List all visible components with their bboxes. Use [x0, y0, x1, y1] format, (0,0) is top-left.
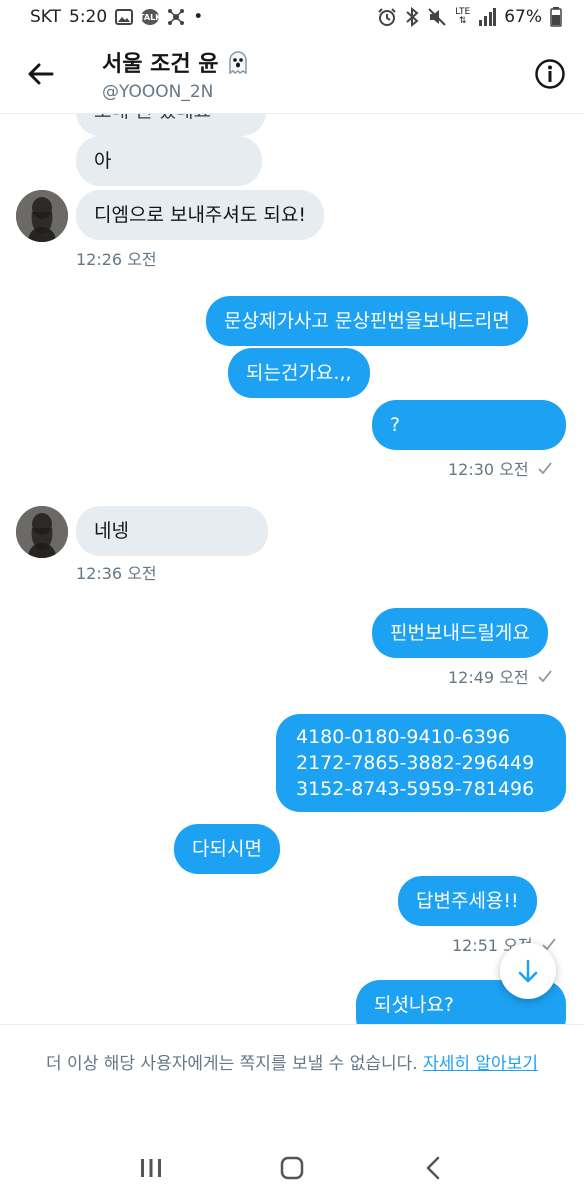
status-left: SKT 5:20 TALK • — [30, 7, 203, 27]
status-bar: SKT 5:20 TALK • LTE ⇅ 67% — [0, 0, 584, 34]
message-incoming-partial: 보내 뭔 했네요 — [76, 114, 266, 136]
message-outgoing: 다되시면 — [174, 824, 280, 874]
avatar-photo-icon — [16, 506, 68, 558]
message-incoming: 디엠으로 보내주셔도 되요! — [76, 190, 324, 240]
learn-more-link[interactable]: 자세히 알아보기 — [423, 1054, 538, 1074]
network-nodes-icon — [167, 8, 185, 26]
kakaotalk-icon: TALK — [139, 9, 161, 25]
notice-text: 더 이상 해당 사용자에게는 쪽지를 보낼 수 없습니다. — [46, 1054, 418, 1074]
message-list[interactable]: 보내 뭔 했네요 아 디엠으로 보내주셔도 되요! 12:26 오전 문상제가사… — [0, 114, 584, 1024]
message-timestamp: 12:30 오전 — [448, 456, 553, 480]
chevron-left-icon — [427, 1156, 440, 1180]
message-incoming: 네넹 — [76, 506, 268, 556]
avatar[interactable] — [16, 190, 68, 242]
clock: 5:20 — [69, 7, 108, 27]
sent-check-icon — [538, 462, 552, 475]
dm-disabled-notice: 더 이상 해당 사용자에게는 쪽지를 보낼 수 없습니다. 자세히 알아보기 — [0, 1024, 584, 1136]
battery-icon — [550, 7, 562, 27]
carrier-label: SKT — [30, 7, 62, 27]
message-timestamp: 12:26 오전 — [76, 246, 157, 270]
page-title: 서울 조건 윤 — [102, 46, 251, 78]
recent-apps-icon — [140, 1159, 161, 1177]
avatar[interactable] — [16, 506, 68, 558]
lte-icon: LTE ⇅ — [455, 8, 470, 26]
arrow-down-icon — [518, 959, 538, 983]
data-arrows-icon: ⇅ — [458, 16, 467, 26]
battery-percent: 67% — [504, 7, 542, 27]
message-outgoing-pin-codes: 4180-0180-9410-6396 2172-7865-3882-29644… — [276, 714, 566, 812]
notification-dot: • — [193, 7, 204, 27]
timestamp-text: 12:30 오전 — [448, 460, 529, 479]
message-outgoing: 답변주세용!! — [398, 876, 537, 926]
ghost-emoji-icon — [228, 51, 247, 75]
recent-apps-button[interactable] — [131, 1148, 171, 1188]
conversation-title-block[interactable]: 서울 조건 윤 @YOOON_2N — [102, 46, 251, 102]
message-outgoing: ? — [372, 400, 566, 450]
arrow-left-icon — [28, 63, 54, 85]
alarm-icon — [377, 7, 397, 27]
timestamp-text: 12:36 오전 — [76, 564, 157, 583]
info-button[interactable] — [534, 58, 566, 90]
system-navigation-bar — [0, 1136, 584, 1200]
timestamp-text: 12:49 오전 — [448, 668, 529, 687]
message-timestamp: 12:36 오전 — [76, 560, 157, 584]
avatar-photo-icon — [16, 190, 68, 242]
gallery-icon — [115, 9, 134, 25]
home-icon — [280, 1156, 304, 1180]
info-icon — [535, 59, 565, 89]
bluetooth-icon — [405, 7, 419, 27]
back-nav-button[interactable] — [413, 1148, 453, 1188]
message-outgoing: 문상제가사고 문상핀번을보내드리면 — [206, 296, 528, 346]
user-handle: @YOOON_2N — [102, 82, 214, 102]
timestamp-text: 12:26 오전 — [76, 250, 157, 269]
home-button[interactable] — [272, 1148, 312, 1188]
message-outgoing: 핀번보내드릴게요 — [372, 608, 548, 658]
message-incoming: 아 — [76, 136, 262, 186]
message-timestamp: 12:49 오전 — [448, 664, 553, 688]
message-outgoing: 되는건가요.,, — [228, 348, 370, 398]
signal-icon — [478, 8, 497, 26]
back-button[interactable] — [24, 58, 56, 90]
user-display-name: 서울 조건 윤 — [102, 52, 219, 77]
scroll-to-bottom-button[interactable] — [500, 943, 556, 999]
mute-icon — [427, 7, 447, 27]
conversation-header: 서울 조건 윤 @YOOON_2N — [0, 34, 584, 114]
status-right: LTE ⇅ 67% — [377, 7, 562, 27]
sent-check-icon — [538, 670, 552, 683]
